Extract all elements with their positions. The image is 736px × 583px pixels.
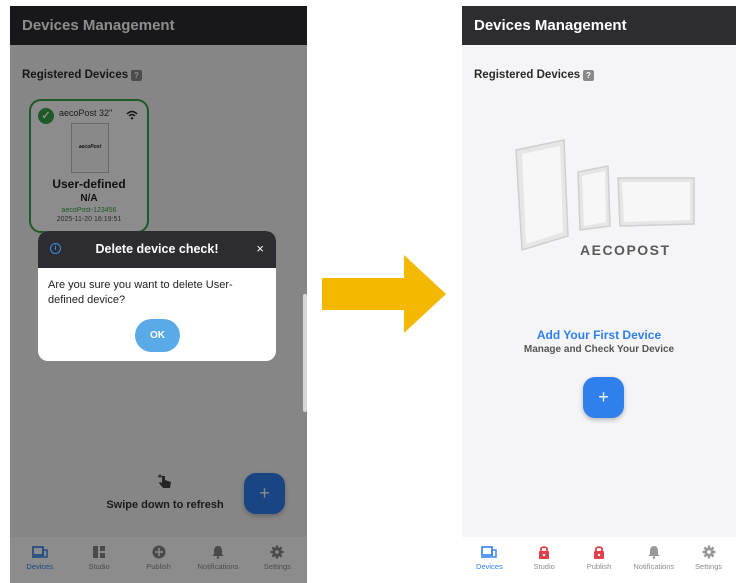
left-screen: Devices Management Registered Devices ? … <box>10 6 307 583</box>
nav-label-settings: Settings <box>695 562 723 571</box>
bottom-nav: Devices Studio Publish Notifications Set… <box>462 537 736 583</box>
page-title: Devices Management <box>462 6 736 45</box>
nav-notifications[interactable]: Notifications <box>626 537 681 583</box>
add-device-button[interactable]: + <box>583 377 624 418</box>
empty-devices-illustration <box>515 139 695 251</box>
lock-icon <box>593 546 604 559</box>
nav-devices[interactable]: Devices <box>462 537 517 583</box>
dialog-header: i Delete device check! × <box>38 231 276 268</box>
nav-label-studio: Studio <box>533 562 555 571</box>
nav-label-publish: Publish <box>586 562 612 571</box>
bell-icon <box>648 546 660 559</box>
transition-arrow-icon <box>322 255 446 333</box>
right-screen: Devices Management Registered Devices ? … <box>462 6 736 583</box>
empty-subtitle: Manage and Check Your Device <box>523 344 675 355</box>
devices-icon <box>481 546 498 558</box>
delete-dialog: i Delete device check! × Are you sure yo… <box>38 231 276 361</box>
dialog-title: Delete device check! <box>95 242 219 256</box>
nav-settings[interactable]: Settings <box>681 537 736 583</box>
ok-button[interactable]: OK <box>135 319 180 352</box>
brand-logo: AECOPOST <box>580 242 671 258</box>
gear-icon <box>702 545 716 559</box>
nav-studio[interactable]: Studio <box>517 537 572 583</box>
nav-label-devices: Devices <box>476 562 503 571</box>
nav-label-notifications: Notifications <box>633 562 675 571</box>
dialog-message: Are you sure you want to delete User-def… <box>48 279 233 306</box>
add-first-device-link[interactable]: Add Your First Device <box>462 328 736 342</box>
help-icon[interactable]: ? <box>583 70 594 81</box>
nav-publish[interactable]: Publish <box>572 537 627 583</box>
section-title: Registered Devices <box>474 69 581 81</box>
close-icon[interactable]: × <box>256 241 264 256</box>
lock-icon <box>539 546 550 559</box>
scrollbar[interactable] <box>303 294 307 412</box>
